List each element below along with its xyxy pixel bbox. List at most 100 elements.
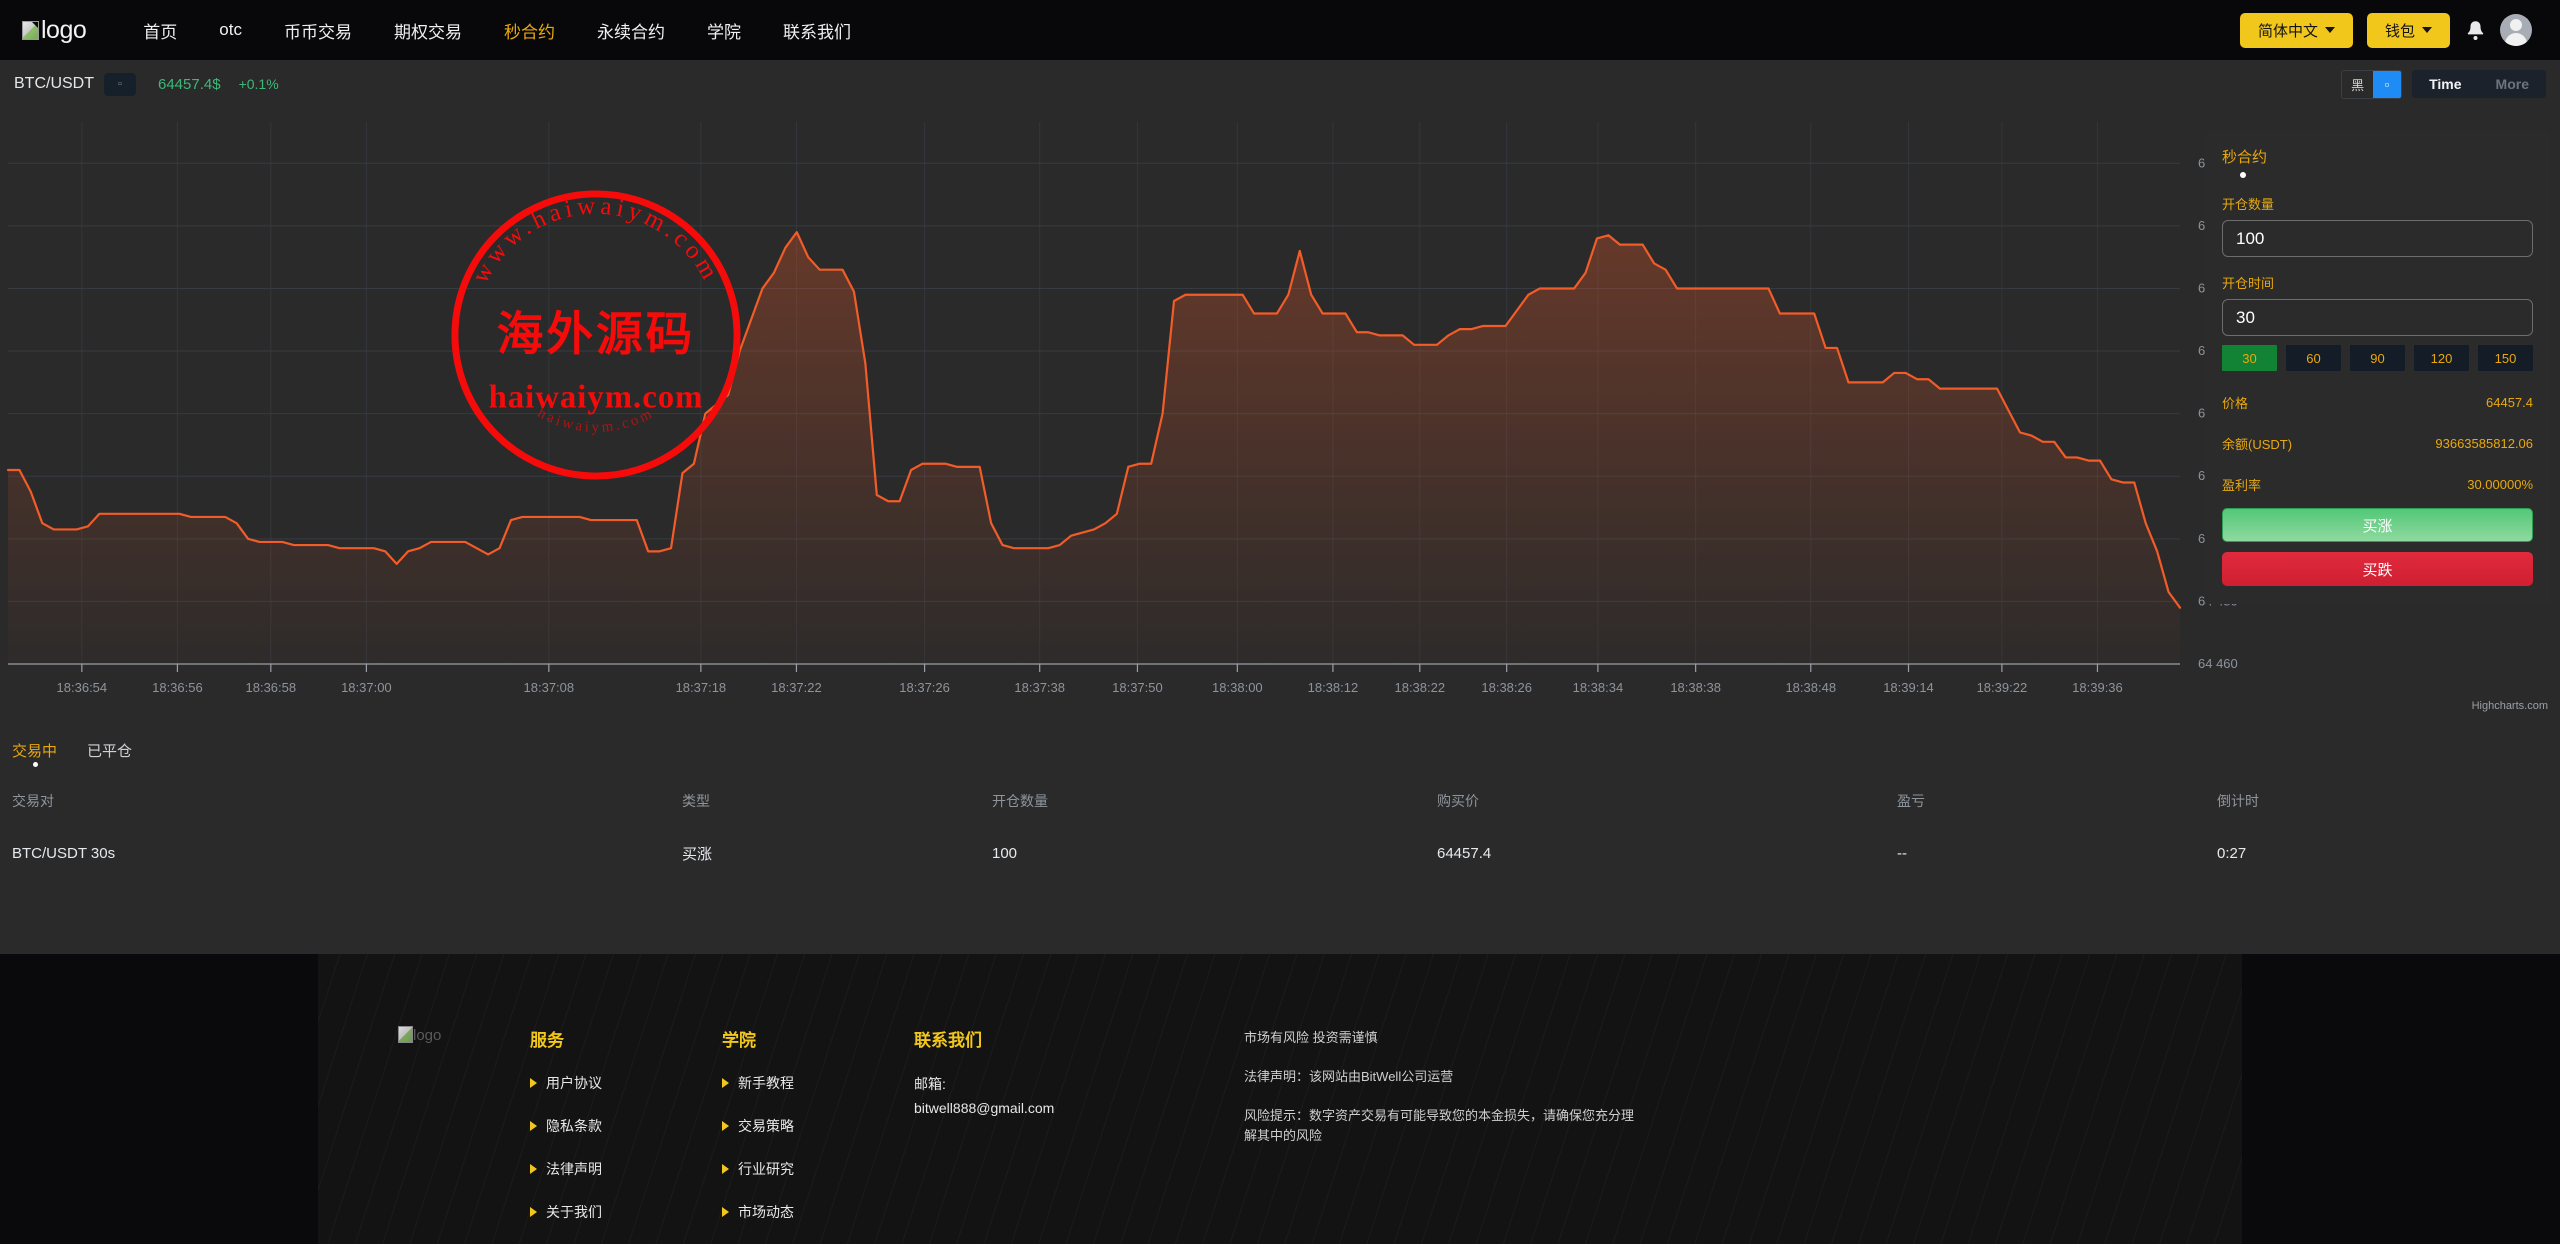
price-value: 64457.4: [2486, 395, 2533, 410]
footer-link-user-agreement[interactable]: 用户协议: [530, 1073, 722, 1093]
disclaimer-legal: 法律声明：该网站由BitWell公司运营: [1244, 1067, 1644, 1087]
footer-link-label: 关于我们: [546, 1202, 602, 1222]
balance-row: 余额(USDT) 93663585812.06: [2222, 434, 2533, 453]
broken-image-icon: [398, 1026, 413, 1043]
panel-title: 秒合约: [2222, 146, 2533, 167]
wallet-button[interactable]: 钱包: [2367, 13, 2450, 48]
footer-link-legal[interactable]: 法律声明: [530, 1159, 722, 1179]
buy-down-button[interactable]: 买跌: [2222, 552, 2533, 586]
trade-panel: 秒合约 开仓数量 开仓时间 30 60 90 120 150 价格 64457.…: [2205, 130, 2550, 604]
footer-disclaimers: 市场有风险 投资需谨慎 法律声明：该网站由BitWell公司运营 风险提示：数字…: [1244, 1026, 2242, 1244]
svg-text:18:39:36: 18:39:36: [2072, 680, 2123, 695]
footer-link-market-news[interactable]: 市场动态: [722, 1202, 914, 1222]
chart-mode-time[interactable]: Time: [2412, 70, 2478, 98]
nav-item-academy[interactable]: 学院: [686, 18, 762, 43]
footer-col-contact: 联系我们 邮箱: bitwell888@gmail.com: [914, 1026, 1244, 1244]
footer-link-label: 交易策略: [738, 1116, 794, 1136]
svg-text:18:38:12: 18:38:12: [1308, 680, 1359, 695]
nav-item-contact[interactable]: 联系我们: [762, 18, 872, 43]
footer-link-about[interactable]: 关于我们: [530, 1202, 722, 1222]
svg-text:18:36:56: 18:36:56: [152, 680, 203, 695]
svg-text:18:38:34: 18:38:34: [1573, 680, 1624, 695]
price-label: 价格: [2222, 393, 2248, 412]
footer-columns: logo 服务 用户协议 隐私条款 法律声明 关于我们: [318, 954, 2242, 1244]
duration-90[interactable]: 90: [2350, 345, 2405, 371]
balance-value: 93663585812.06: [2435, 436, 2533, 451]
buy-up-button[interactable]: 买涨: [2222, 508, 2533, 542]
avatar[interactable]: [2500, 14, 2532, 46]
triangle-right-icon: [530, 1164, 537, 1174]
orders-tabs: 交易中 已平仓: [12, 722, 2548, 761]
nav-item-perpetual[interactable]: 永续合约: [576, 18, 686, 43]
tab-open-positions[interactable]: 交易中: [12, 740, 57, 761]
profit-label: 盈利率: [2222, 475, 2261, 494]
footer-link-label: 法律声明: [546, 1159, 602, 1179]
chart-controls: 黑 ▫ Time More: [2341, 70, 2546, 99]
duration-150[interactable]: 150: [2478, 345, 2533, 371]
footer-link-beginner[interactable]: 新手教程: [722, 1073, 914, 1093]
duration-60[interactable]: 60: [2286, 345, 2341, 371]
cell-amount: 100: [992, 843, 1437, 864]
table-row[interactable]: BTC/USDT 30s 买涨 100 64457.4 -- 0:27: [12, 843, 2548, 864]
price-chart[interactable]: 64 62064 60064 58064 56064 54064 52064 5…: [0, 108, 2560, 722]
fullscreen-button[interactable]: ▫: [2373, 71, 2401, 98]
disclaimer-risk: 市场有风险 投资需谨慎: [1244, 1028, 1644, 1048]
amount-label: 开仓数量: [2222, 194, 2533, 213]
pair-change-pct: +0.1%: [239, 76, 279, 92]
nav-item-coin-trade[interactable]: 币币交易: [263, 18, 373, 43]
footer-heading-academy: 学院: [722, 1026, 914, 1051]
nav-item-otc[interactable]: otc: [198, 20, 263, 40]
duration-30[interactable]: 30: [2222, 345, 2277, 371]
tab-open-positions-label: 交易中: [12, 743, 57, 760]
svg-text:18:38:26: 18:38:26: [1481, 680, 1532, 695]
footer-link-label: 用户协议: [546, 1073, 602, 1093]
col-countdown: 倒计时: [2217, 791, 2548, 843]
profit-row: 盈利率 30.00000%: [2222, 475, 2533, 494]
footer-link-research[interactable]: 行业研究: [722, 1159, 914, 1179]
theme-toggle-group: 黑 ▫: [2341, 70, 2402, 99]
duration-120[interactable]: 120: [2414, 345, 2469, 371]
nav-item-second-contract[interactable]: 秒合约: [483, 18, 576, 43]
footer-link-label: 隐私条款: [546, 1116, 602, 1136]
contact-email-label: 邮箱:: [914, 1073, 1244, 1097]
price-row: 价格 64457.4: [2222, 393, 2533, 412]
language-label: 简体中文: [2258, 20, 2318, 41]
disclaimer-notice: 风险提示：数字资产交易有可能导致您的本金损失，请确保您充分理解其中的风险: [1244, 1106, 1644, 1146]
triangle-right-icon: [530, 1207, 537, 1217]
cell-pair: BTC/USDT 30s: [12, 843, 682, 864]
svg-text:64 460: 64 460: [2198, 656, 2238, 671]
nav-item-option-trade[interactable]: 期权交易: [373, 18, 483, 43]
col-amount: 开仓数量: [992, 791, 1437, 843]
footer-heading-service: 服务: [530, 1026, 722, 1051]
tab-closed-positions[interactable]: 已平仓: [87, 740, 132, 761]
pair-symbol: BTC/USDT: [14, 75, 94, 93]
contact-email-value[interactable]: bitwell888@gmail.com: [914, 1097, 1244, 1121]
nav-item-home[interactable]: 首页: [122, 18, 198, 43]
col-pair: 交易对: [12, 791, 682, 843]
language-selector[interactable]: 简体中文: [2240, 13, 2353, 48]
footer-link-privacy[interactable]: 隐私条款: [530, 1116, 722, 1136]
chart-toolbar: BTC/USDT ▫ 64457.4$ +0.1% 黑 ▫ Time More: [0, 60, 2560, 108]
chart-mode-more[interactable]: More: [2479, 70, 2546, 98]
amount-input[interactable]: [2222, 220, 2533, 257]
footer-logo[interactable]: logo: [318, 1026, 530, 1244]
svg-text:18:37:08: 18:37:08: [524, 680, 575, 695]
logo-label: logo: [41, 16, 86, 45]
svg-text:18:37:26: 18:37:26: [899, 680, 950, 695]
pair-badge-icon[interactable]: ▫: [104, 73, 136, 96]
footer-link-strategy[interactable]: 交易策略: [722, 1116, 914, 1136]
time-input[interactable]: [2222, 299, 2533, 336]
footer-col-service: 服务 用户协议 隐私条款 法律声明 关于我们: [530, 1026, 722, 1244]
theme-dark-button[interactable]: 黑: [2342, 71, 2373, 98]
cell-pnl: --: [1897, 843, 2217, 864]
bell-icon[interactable]: [2464, 19, 2486, 41]
site-logo[interactable]: logo: [22, 16, 86, 45]
table-header-row: 交易对 类型 开仓数量 购买价 盈亏 倒计时: [12, 791, 2548, 843]
highcharts-credit[interactable]: Highcharts.com: [2472, 700, 2548, 712]
orders-table: 交易对 类型 开仓数量 购买价 盈亏 倒计时 BTC/USDT 30s 买涨 1…: [12, 791, 2548, 864]
triangle-right-icon: [722, 1164, 729, 1174]
svg-text:18:36:54: 18:36:54: [57, 680, 108, 695]
footer-link-label: 行业研究: [738, 1159, 794, 1179]
col-type: 类型: [682, 791, 992, 843]
footer: logo 服务 用户协议 隐私条款 法律声明 关于我们: [0, 954, 2560, 1244]
